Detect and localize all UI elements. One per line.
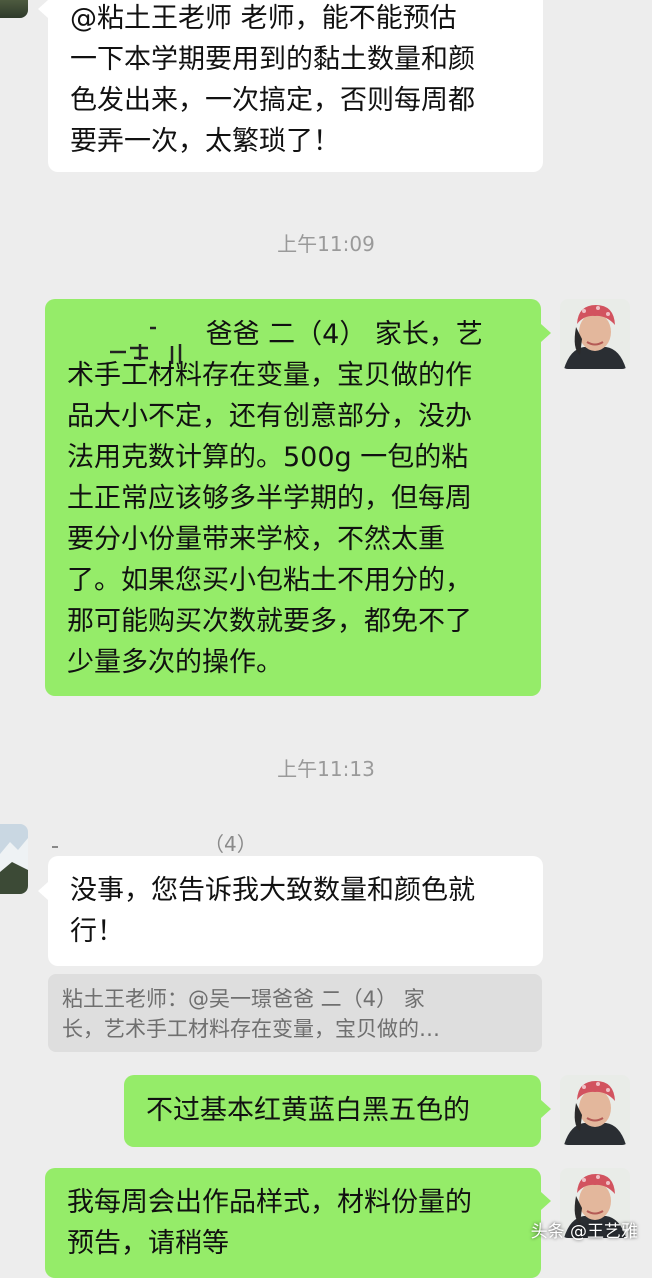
message-text-line: 没事，您告诉我大致数量和颜色就: [70, 875, 475, 906]
message-text-line: 那可能购买次数就要多，都免不了: [67, 606, 472, 637]
self-avatar[interactable]: [560, 1075, 630, 1145]
sender-name: （4）: [204, 832, 257, 856]
message-text-line: 了。如果您买小包粘土不用分的，: [67, 565, 472, 596]
quote-text-line: 长，艺术手工材料存在变量，宝贝做的…: [62, 1017, 440, 1041]
message-text-line: 品大小不定，还有创意部分，没办: [67, 401, 472, 432]
redacted-sender-mark: [52, 846, 58, 848]
message-text-line: 少量多次的操作。: [67, 647, 283, 678]
bubble-tail: [38, 882, 48, 900]
landscape-icon: [0, 824, 28, 894]
sender-avatar[interactable]: [0, 824, 28, 894]
message-text-line: 不过基本红黄蓝白黑五色的: [146, 1095, 470, 1126]
bubble-tail: [541, 324, 551, 342]
message-bubble-outgoing[interactable]: 不过基本红黄蓝白黑五色的: [124, 1075, 541, 1147]
message-text-line: 一下本学期要用到的黏土数量和颜: [70, 44, 475, 75]
bubble-tail: [38, 0, 48, 18]
quote-text-line: 粘土王老师：@吴一璟爸爸 二（4） 家: [62, 987, 425, 1011]
self-avatar[interactable]: [560, 299, 630, 369]
quoted-message[interactable]: 粘土王老师：@吴一璟爸爸 二（4） 家 长，艺术手工材料存在变量，宝贝做的…: [48, 974, 542, 1052]
portrait-icon: [560, 299, 630, 369]
message-bubble-outgoing[interactable]: 我每周会出作品样式，材料份量的 预告，请稍等: [45, 1168, 541, 1278]
message-text-line: 土正常应该够多半学期的，但每周: [67, 483, 472, 514]
message-text-line: 要分小份量带来学校，不然太重: [67, 524, 445, 555]
message-bubble-incoming[interactable]: @粘土王老师 老师，能不能预估 一下本学期要用到的黏土数量和颜 色发出来，一次搞…: [48, 0, 543, 172]
message-text-line: 我每周会出作品样式，材料份量的: [67, 1187, 472, 1218]
watermark: 头条 @王艺雅: [530, 1222, 638, 1242]
timestamp: 上午11:13: [277, 757, 375, 781]
message-text-line: 色发出来，一次搞定，否则每周都: [70, 85, 475, 116]
redaction-marks: [110, 326, 182, 364]
timestamp: 上午11:09: [277, 232, 375, 256]
message-text-line: 行！: [70, 916, 124, 947]
message-text-line: 法用克数计算的。500g 一包的粘: [67, 442, 469, 473]
sender-avatar[interactable]: [0, 0, 28, 18]
message-text-line: 要弄一次，太繁琐了！: [70, 126, 340, 157]
message-bubble-incoming[interactable]: 没事，您告诉我大致数量和颜色就 行！: [48, 856, 543, 966]
bubble-tail: [541, 1192, 551, 1210]
portrait-icon: [560, 1075, 630, 1145]
message-text-line: @粘土王老师 老师，能不能预估: [70, 3, 457, 34]
bubble-tail: [541, 1100, 551, 1118]
